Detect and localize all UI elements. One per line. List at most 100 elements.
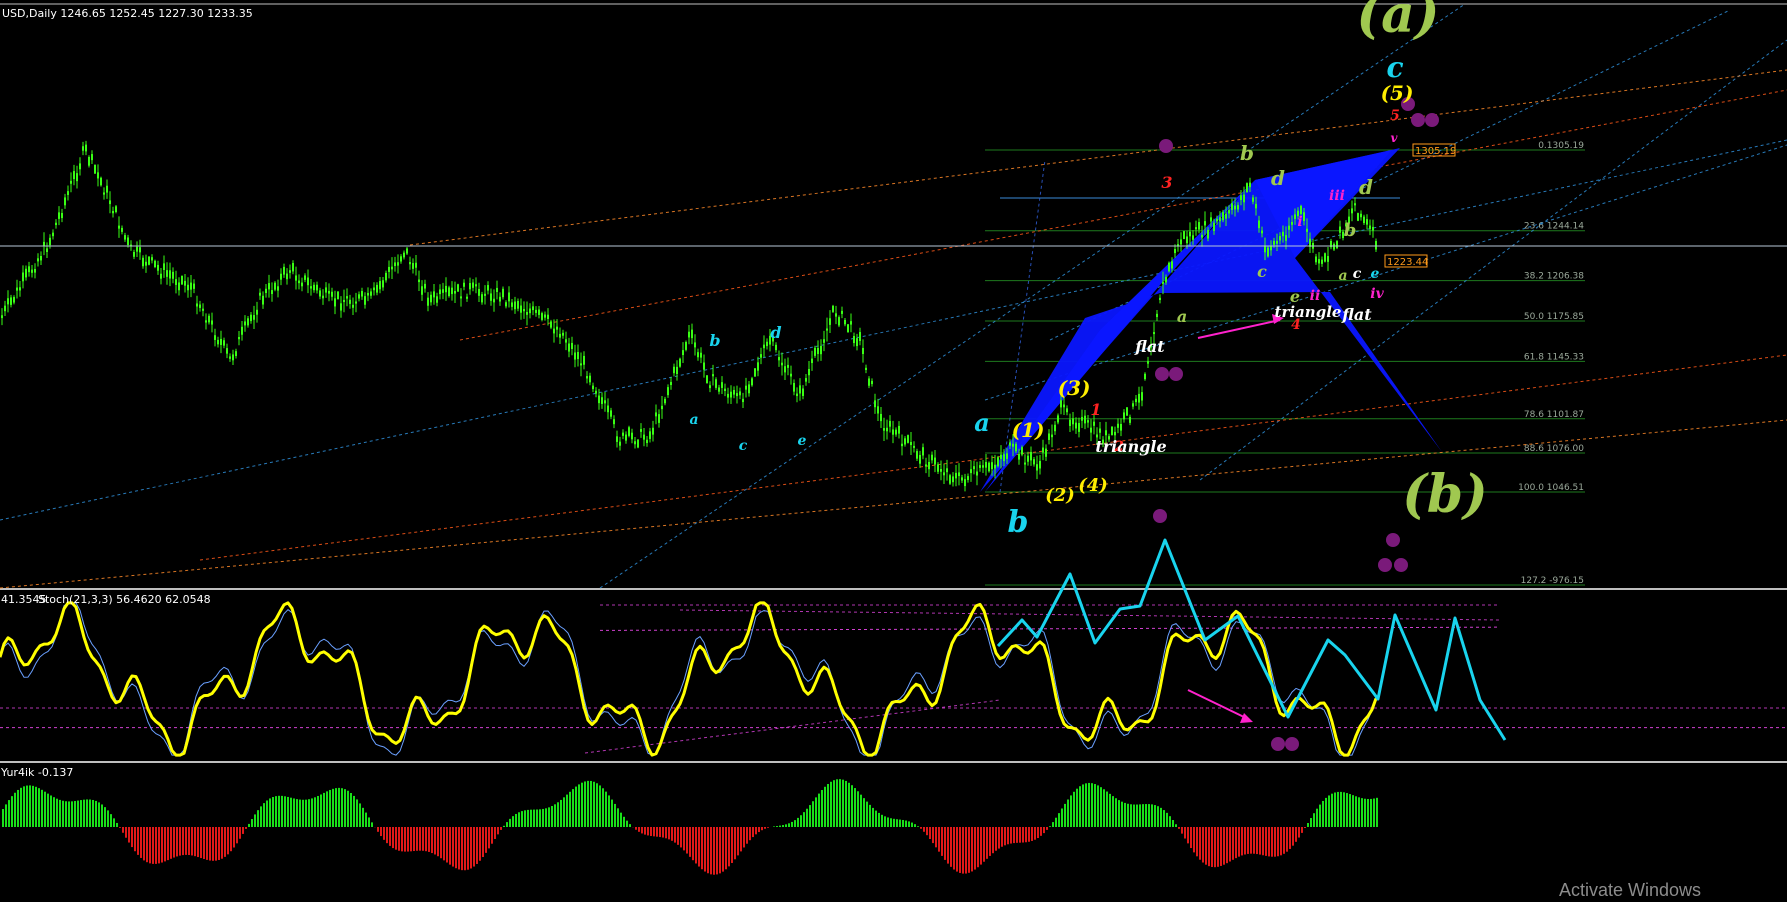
candle-body	[433, 291, 435, 298]
histogram-bar	[836, 779, 838, 827]
histogram-bar	[983, 827, 985, 862]
candle-body	[1021, 447, 1023, 455]
candle-body	[319, 290, 321, 297]
candle-body	[28, 266, 30, 273]
histogram-bar	[44, 791, 46, 827]
candle-body	[244, 321, 246, 326]
candle-body	[1027, 455, 1029, 462]
histogram-bar	[1097, 785, 1099, 827]
candle-body	[730, 391, 732, 398]
histogram-bar	[5, 804, 7, 827]
histogram-bar	[1040, 827, 1042, 836]
pattern-annotation: flat	[1341, 305, 1372, 324]
candle-body	[1252, 197, 1254, 202]
histogram-bar	[962, 827, 964, 874]
candle-body	[343, 299, 345, 303]
candle-body	[613, 419, 615, 425]
histogram-bar	[992, 827, 994, 854]
histogram-bar	[1217, 827, 1219, 867]
histogram-bar	[1202, 827, 1204, 863]
candle-body	[304, 275, 306, 280]
candle-body	[1114, 431, 1116, 436]
histogram-bar	[1025, 827, 1027, 843]
candle-body	[823, 339, 825, 343]
histogram-bar	[785, 824, 787, 827]
histogram-bar	[383, 827, 385, 840]
candle-body	[307, 277, 309, 286]
histogram-bar	[887, 817, 889, 827]
candle-body	[1363, 216, 1365, 224]
candle-body	[517, 301, 519, 309]
candle-body	[1, 315, 3, 319]
histogram-bar	[224, 827, 226, 857]
candle-body	[568, 343, 570, 352]
histogram-bar	[1046, 827, 1048, 830]
candle-body	[325, 287, 327, 293]
histogram-bar	[518, 812, 520, 827]
stoch-divergence-arrow	[1187, 689, 1247, 719]
histogram-bar	[449, 827, 451, 865]
histogram-bar	[356, 799, 358, 827]
histogram-bar	[554, 804, 556, 827]
candle-body	[571, 342, 573, 349]
histogram-bar	[1139, 804, 1141, 827]
histogram-bar	[242, 827, 244, 834]
histogram-bar	[506, 822, 508, 827]
histogram-bar	[902, 819, 904, 827]
histogram-bar	[1238, 827, 1240, 857]
histogram-bar	[629, 824, 631, 827]
candle-body	[796, 393, 798, 397]
histogram-bar	[884, 816, 886, 827]
candle-body	[715, 379, 717, 388]
candle-body	[520, 305, 522, 313]
candle-body	[448, 287, 450, 297]
candle-body	[1159, 297, 1161, 301]
candle-body	[1111, 426, 1113, 436]
candle-body	[382, 280, 384, 288]
histogram-bar	[1298, 827, 1300, 838]
histogram-bar	[893, 818, 895, 827]
candle-body	[973, 466, 975, 470]
wave-label: a	[689, 412, 698, 428]
histogram-bar	[422, 827, 424, 851]
histogram-bar	[1310, 818, 1312, 827]
candle-body	[529, 308, 531, 314]
histogram-bar	[761, 827, 763, 831]
histogram-bar	[413, 827, 415, 852]
histogram-bar	[353, 795, 355, 827]
candle-body	[1075, 422, 1077, 429]
candle-body	[373, 287, 375, 291]
candle-body	[271, 290, 273, 295]
histogram-bar	[827, 783, 829, 827]
histogram-bar	[47, 793, 49, 827]
histogram-bar	[2, 809, 4, 827]
candle-body	[1303, 212, 1305, 222]
histogram-bar	[395, 827, 397, 850]
candle-body	[490, 293, 492, 301]
candle-body	[163, 263, 165, 271]
histogram-bar	[938, 827, 940, 852]
candle-body	[988, 462, 990, 472]
histogram-bar	[1313, 813, 1315, 827]
candle-body	[391, 266, 393, 270]
histogram-bar	[1259, 827, 1261, 855]
histogram-bar	[719, 827, 721, 874]
candle-body	[181, 275, 183, 285]
wave-label: 5	[1390, 108, 1400, 124]
candle-body	[484, 293, 486, 296]
candle-body	[274, 282, 276, 290]
candle-body	[355, 301, 357, 304]
candle-body	[787, 364, 789, 368]
marker-dot	[1159, 139, 1173, 153]
candle-body	[415, 262, 417, 268]
histogram-bar	[1301, 827, 1303, 833]
candle-body	[856, 338, 858, 347]
candle-body	[277, 286, 279, 291]
histogram-bar	[701, 827, 703, 870]
histogram-bar	[488, 827, 490, 849]
candle-body	[778, 357, 780, 361]
histogram-bar	[593, 781, 595, 827]
histogram-bar	[410, 827, 412, 852]
candle-body	[400, 256, 402, 262]
histogram-bar	[194, 827, 196, 857]
